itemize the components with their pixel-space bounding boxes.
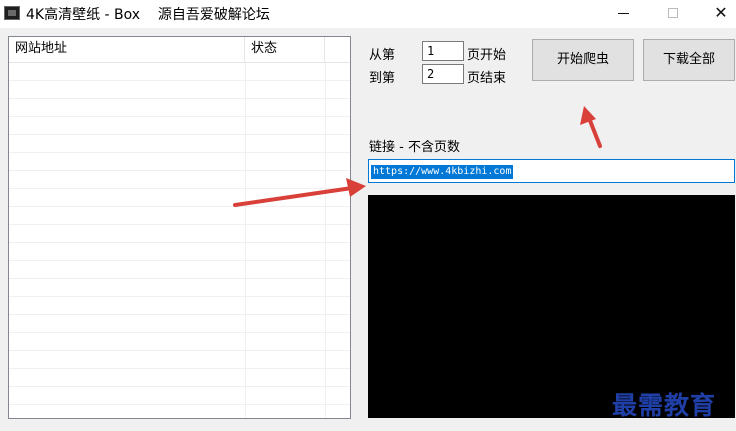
watermark: 最需教育 — [612, 391, 717, 420]
from-page-label: 从第 — [369, 48, 396, 63]
close-button[interactable]: ✕ — [698, 0, 736, 28]
maximize-icon — [668, 8, 678, 18]
output-console — [368, 195, 735, 418]
from-page-suffix: 页开始 — [467, 48, 507, 63]
link-label: 链接 - 不含页数 — [369, 140, 460, 155]
minimize-icon — [617, 12, 629, 14]
grid-divider — [325, 63, 326, 418]
arrow-to-crawl-icon — [580, 106, 602, 148]
to-page-label: 到第 — [369, 71, 396, 86]
download-all-button[interactable]: 下载全部 — [643, 39, 735, 81]
minimize-button[interactable] — [600, 0, 646, 28]
url-list[interactable]: 网站地址 状态 — [8, 36, 351, 419]
window-title: 4K高清壁纸 - Box 源自吾爱破解论坛 — [26, 7, 270, 23]
grid-divider — [245, 63, 246, 418]
list-body[interactable] — [9, 63, 350, 418]
close-icon: ✕ — [714, 3, 728, 22]
maximize-button[interactable] — [650, 0, 696, 28]
app-icon — [4, 6, 20, 20]
column-header-url[interactable]: 网站地址 — [9, 37, 245, 63]
to-page-input[interactable]: 2 — [422, 64, 464, 84]
title-bar: 4K高清壁纸 - Box 源自吾爱破解论坛 ✕ — [0, 0, 736, 28]
list-header: 网站地址 状态 — [9, 37, 350, 63]
start-crawl-button[interactable]: 开始爬虫 — [532, 39, 634, 81]
from-page-input[interactable]: 1 — [422, 41, 464, 61]
link-input[interactable]: https://www.4kbizhi.com — [368, 159, 735, 183]
to-page-suffix: 页结束 — [467, 71, 507, 86]
link-input-text: https://www.4kbizhi.com — [371, 165, 514, 179]
column-header-status[interactable]: 状态 — [245, 37, 325, 63]
